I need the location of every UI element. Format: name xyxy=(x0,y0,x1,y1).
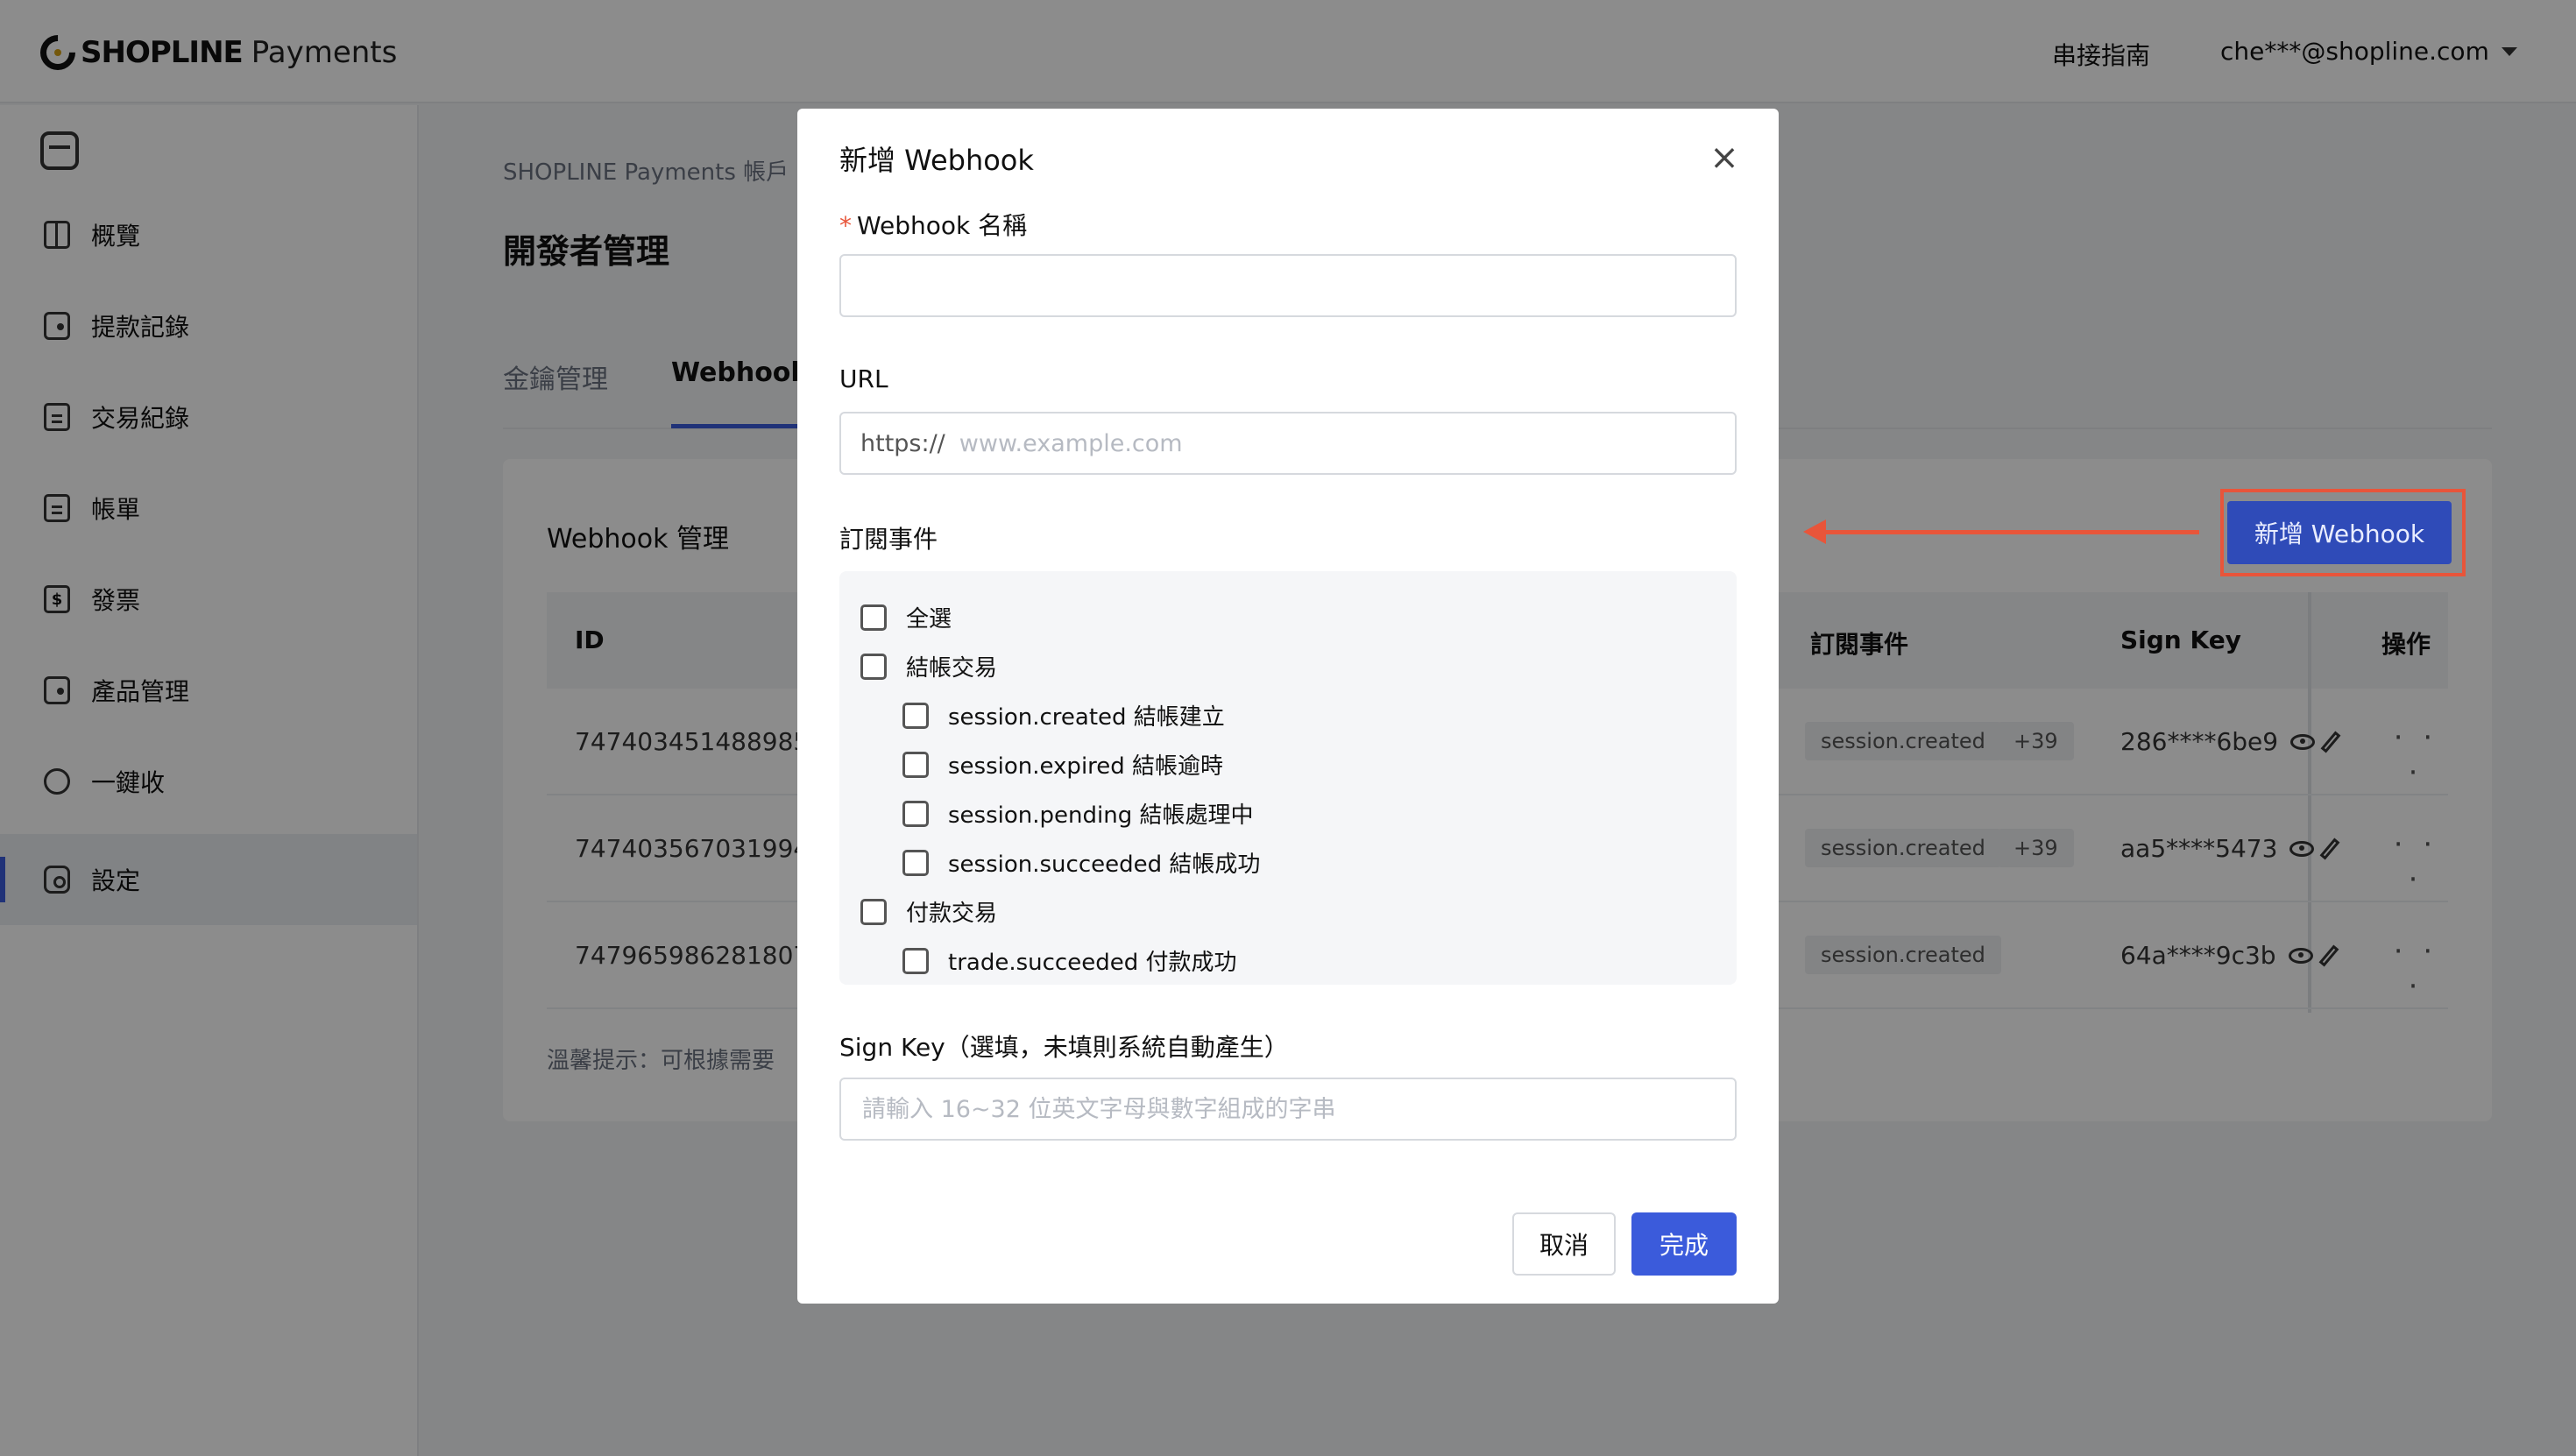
cancel-button[interactable]: 取消 xyxy=(1512,1212,1616,1276)
annotation-arrow-line xyxy=(1819,530,2199,534)
checkbox[interactable] xyxy=(860,898,887,925)
event-session-pending[interactable]: session.pending 結帳處理中 xyxy=(902,797,1253,830)
event-label: session.succeeded 結帳成功 xyxy=(948,852,1261,878)
event-label: 全選 xyxy=(906,606,952,633)
event-group-checkout[interactable]: 結帳交易 xyxy=(860,650,997,682)
event-label: trade.succeeded 付款成功 xyxy=(948,950,1237,976)
checkbox[interactable] xyxy=(902,702,929,729)
checkbox[interactable] xyxy=(902,751,929,778)
event-label: session.created 結帳建立 xyxy=(948,704,1225,731)
done-button[interactable]: 完成 xyxy=(1631,1212,1737,1276)
checkbox[interactable] xyxy=(902,800,929,827)
sign-key-input[interactable] xyxy=(841,1079,1735,1139)
webhook-name-label-text: Webhook 名稱 xyxy=(857,211,1028,240)
sign-key-label: Sign Key（選填，未填則系統自動產生） xyxy=(839,1033,1289,1062)
add-webhook-dialog: 新增 Webhook × *Webhook 名稱 URL https:// 訂閱… xyxy=(797,109,1779,1304)
webhook-name-label: * Webhook 名稱 xyxy=(839,207,1027,242)
add-webhook-button[interactable]: 新增 Webhook xyxy=(2227,501,2452,564)
close-icon[interactable]: × xyxy=(1709,140,1740,175)
checkbox[interactable] xyxy=(902,849,929,876)
url-field[interactable]: https:// xyxy=(839,412,1737,475)
webhook-name-field[interactable] xyxy=(839,254,1737,317)
event-select-all[interactable]: 全選 xyxy=(860,601,952,633)
events-list[interactable]: 全選 結帳交易 session.created 結帳建立 session.exp… xyxy=(839,571,1737,985)
event-trade-succeeded[interactable]: trade.succeeded 付款成功 xyxy=(902,944,1236,977)
webhook-name-input[interactable] xyxy=(841,256,1735,315)
event-label: session.pending 結帳處理中 xyxy=(948,802,1254,829)
dialog-title: 新增 Webhook xyxy=(839,144,1034,177)
checkbox[interactable] xyxy=(860,653,887,680)
annotation-arrow-icon xyxy=(1803,519,1826,544)
event-group-payment[interactable]: 付款交易 xyxy=(860,895,997,928)
sign-key-field[interactable] xyxy=(839,1078,1737,1141)
event-session-created[interactable]: session.created 結帳建立 xyxy=(902,699,1225,732)
event-label: 付款交易 xyxy=(906,901,998,927)
event-session-expired[interactable]: session.expired 結帳逾時 xyxy=(902,748,1223,781)
event-session-succeeded[interactable]: session.succeeded 結帳成功 xyxy=(902,846,1260,879)
event-label: session.expired 結帳逾時 xyxy=(948,753,1224,780)
event-label: 結帳交易 xyxy=(906,655,998,682)
events-label: 訂閱事件 xyxy=(839,525,938,554)
url-prefix: https:// xyxy=(860,429,945,457)
checkbox[interactable] xyxy=(860,604,887,631)
url-input[interactable] xyxy=(945,413,1735,473)
required-mark: * xyxy=(839,211,852,240)
checkbox[interactable] xyxy=(902,947,929,974)
url-label: URL xyxy=(839,364,888,393)
